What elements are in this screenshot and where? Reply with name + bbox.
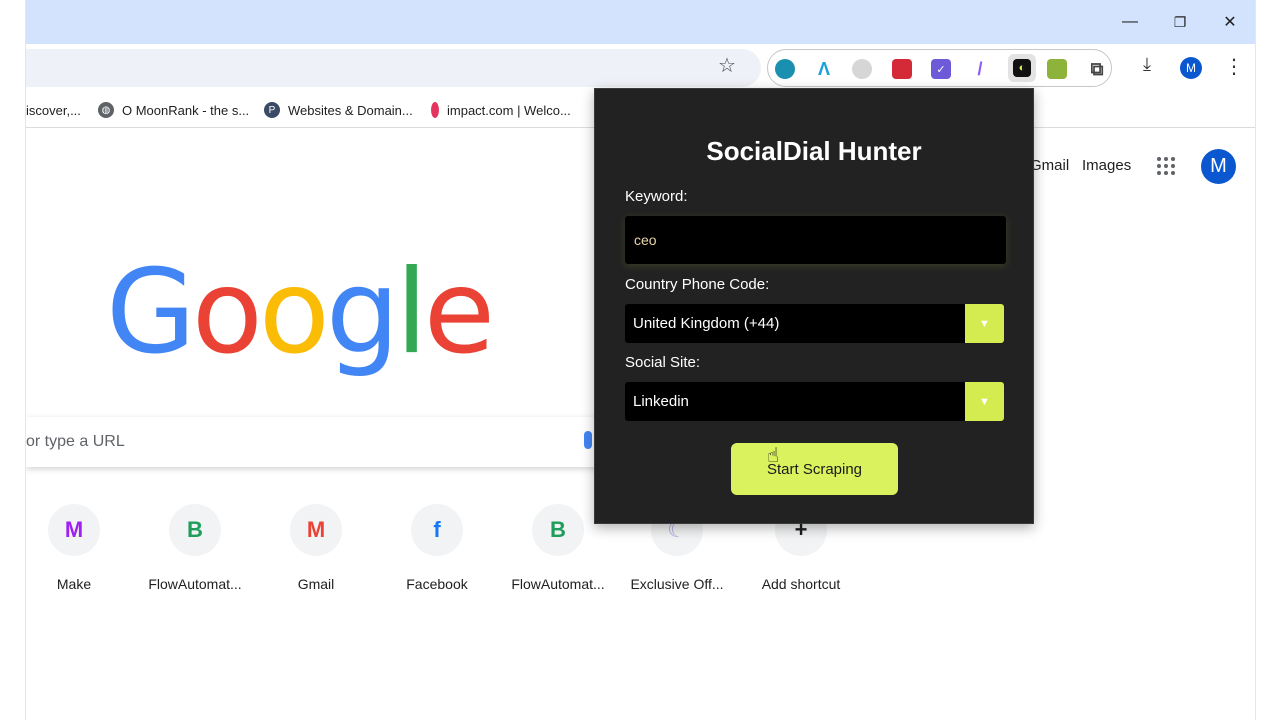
bookmark-star-icon[interactable]: ☆ (718, 53, 736, 78)
gmail-icon: M (290, 504, 342, 556)
pen-ext-icon[interactable]: / (970, 59, 990, 79)
images-link[interactable]: Images (1082, 157, 1131, 174)
shortcut-tile[interactable]: B FlowAutomat... (139, 504, 251, 592)
shortcut-tile[interactable]: M Make (18, 504, 130, 592)
browser-toolbar: ☆ Λ ✓ / ◐ ⧉ ⤓ M ⋮ (26, 44, 1255, 92)
shortcut-label: Make (56, 576, 92, 592)
shortcut-label: FlowAutomat... (148, 576, 242, 592)
impact-icon (431, 102, 439, 118)
p-logo-icon: P (264, 102, 280, 118)
address-bar[interactable] (26, 49, 761, 87)
apps-grid-icon[interactable] (1157, 157, 1175, 175)
restore-button[interactable]: ❐ (1155, 0, 1205, 44)
social-site-value: Linkedin (633, 393, 689, 410)
logo-letter: G (106, 245, 196, 380)
bookmark-item[interactable]: P Websites & Domain... (264, 100, 413, 120)
shortcut-label: Exclusive Off... (630, 576, 724, 592)
country-code-label: Country Phone Code: (625, 276, 770, 293)
logo-letter: l (395, 245, 428, 380)
check-ext-icon[interactable]: ✓ (931, 59, 951, 79)
socialdial-ext-icon[interactable]: ◐ (1008, 54, 1036, 82)
socialdial-popup: SocialDial Hunter Keyword: ceo Country P… (594, 88, 1034, 524)
popup-title: SocialDial Hunter (706, 136, 922, 166)
chevron-down-icon[interactable]: ▼ (965, 304, 1004, 343)
shortcut-label: Add shortcut (761, 576, 841, 592)
bookmark-label: impact.com | Welco... (447, 102, 571, 118)
logo-letter: o (191, 245, 263, 380)
keyword-label: Keyword: (625, 188, 688, 205)
puzzle-icon[interactable]: ⧉ (1087, 59, 1107, 79)
mic-icon[interactable] (584, 431, 592, 449)
logo-letter: e (423, 245, 495, 380)
profile-avatar[interactable]: M (1180, 57, 1202, 79)
facebook-icon: f (411, 504, 463, 556)
flowautomat-icon: B (532, 504, 584, 556)
title-bar: — ❐ ✕ (26, 0, 1255, 44)
chevron-down-icon[interactable]: ▼ (965, 382, 1004, 421)
window-right-edge (1255, 0, 1280, 720)
google-logo: Google (106, 255, 495, 371)
start-scraping-button[interactable]: Start Scraping (731, 443, 898, 495)
google-account-avatar[interactable]: M (1201, 149, 1236, 184)
bookmark-label: O MoonRank - the s... (122, 102, 250, 118)
sheet-ext-icon[interactable] (1047, 59, 1067, 79)
logo-letter: g (325, 245, 400, 380)
bookmark-item[interactable]: impact.com | Welco... (431, 100, 571, 120)
window-left-edge (0, 0, 26, 720)
google-search-box[interactable]: or type a URL (26, 417, 606, 467)
shortcut-label: Gmail (297, 576, 335, 592)
minimize-button[interactable]: — (1105, 0, 1155, 44)
social-site-label: Social Site: (625, 354, 701, 371)
bookmark-label: iscover,... (26, 102, 81, 118)
social-site-select[interactable]: Linkedin ▼ (625, 382, 1004, 421)
bookmark-item[interactable]: iscover,... (26, 100, 81, 120)
make-icon: M (48, 504, 100, 556)
download-icon[interactable]: ⤓ (1143, 54, 1151, 75)
extensions-bar: Λ ✓ / ◐ ⧉ (767, 49, 1112, 87)
logo-letter: o (258, 245, 330, 380)
hand-cursor-icon: ☝ (767, 445, 780, 467)
kebab-menu-icon[interactable]: ⋮ (1224, 54, 1244, 79)
a-ext-icon[interactable]: Λ (814, 59, 834, 79)
gmail-link[interactable]: Gmail (1030, 157, 1069, 174)
shortcut-label: Facebook (406, 576, 468, 592)
shield-ext-icon[interactable] (892, 59, 912, 79)
bookmark-label: Websites & Domain... (288, 102, 413, 118)
shortcut-tile[interactable]: M Gmail (260, 504, 372, 592)
keyword-input[interactable]: ceo (625, 216, 1006, 264)
country-code-select[interactable]: United Kingdom (+44) ▼ (625, 304, 1004, 343)
bookmark-item[interactable]: ◍ O MoonRank - the s... (98, 100, 249, 120)
globe-ext-icon[interactable] (775, 59, 795, 79)
globe-icon: ◍ (98, 102, 114, 118)
link-ext-icon[interactable] (852, 59, 872, 79)
search-placeholder: or type a URL (26, 433, 125, 450)
shortcut-tile[interactable]: f Facebook (381, 504, 493, 592)
country-code-value: United Kingdom (+44) (633, 315, 780, 332)
shortcut-label: FlowAutomat... (511, 576, 605, 592)
close-window-button[interactable]: ✕ (1205, 0, 1255, 44)
flowautomat-icon: B (169, 504, 221, 556)
